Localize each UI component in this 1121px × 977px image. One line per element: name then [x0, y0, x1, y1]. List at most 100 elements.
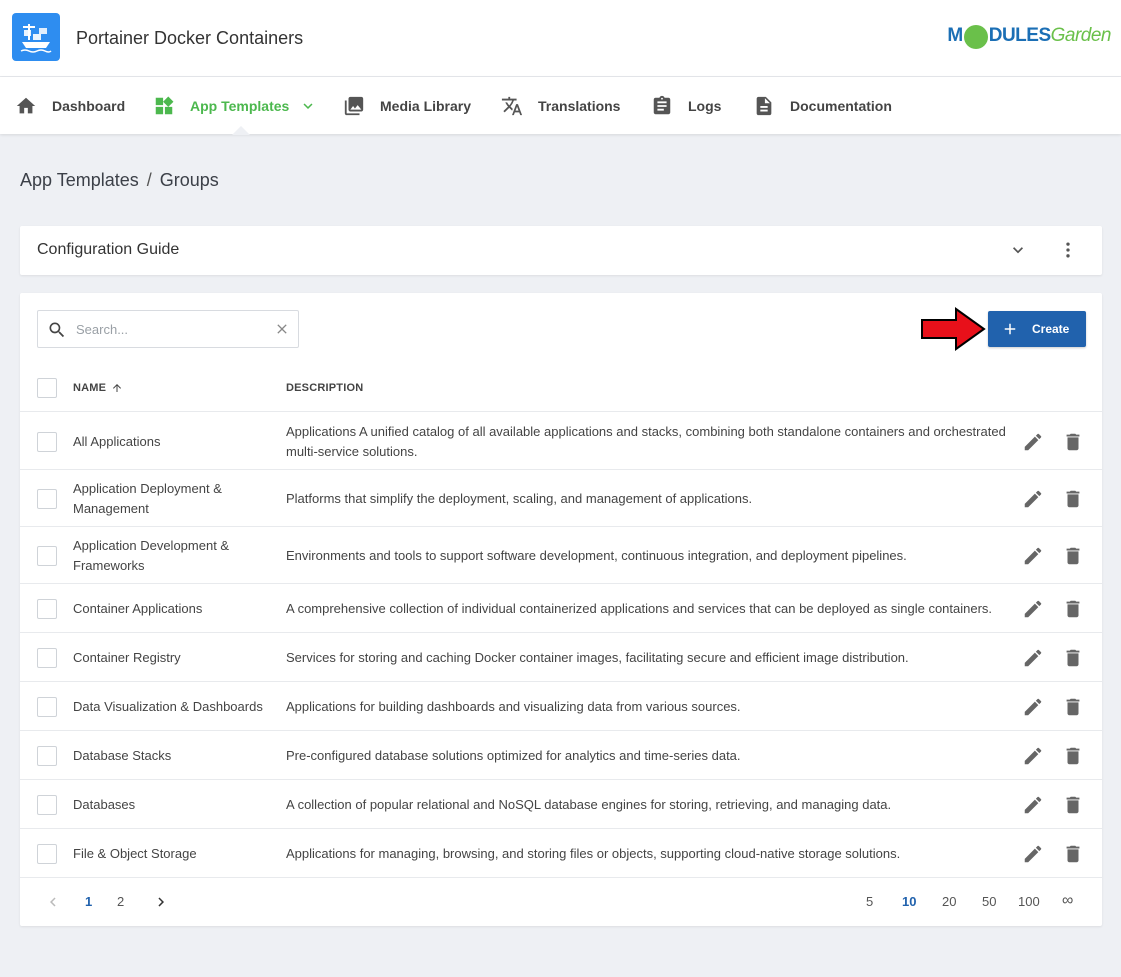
- red-arrow-annotation-icon: [921, 307, 986, 351]
- brand-word-garden: Garden: [1050, 25, 1112, 46]
- row-description: A collection of popular relational and N…: [286, 796, 892, 812]
- brand-letter: M: [947, 25, 963, 46]
- search-icon: [47, 320, 67, 340]
- nav-label: Logs: [688, 97, 722, 114]
- row-description: Applications for managing, browsing, and…: [286, 845, 901, 861]
- select-all-checkbox[interactable]: [37, 378, 57, 398]
- table-header: NAME DESCRIPTION: [20, 367, 1102, 412]
- app-title: Portainer Docker Containers: [76, 28, 304, 48]
- page-size-20[interactable]: 20: [942, 894, 956, 909]
- nav-label: Documentation: [790, 97, 892, 114]
- breadcrumb-parent[interactable]: App Templates: [20, 170, 139, 190]
- edit-icon[interactable]: [1022, 488, 1044, 510]
- row-name: Container Applications: [73, 600, 203, 616]
- nav-item-dashboard[interactable]: Dashboard: [14, 77, 125, 134]
- chevron-down-icon[interactable]: [1008, 240, 1028, 260]
- clipboard-icon: [650, 94, 674, 118]
- delete-icon[interactable]: [1062, 545, 1084, 567]
- page-size-5[interactable]: 5: [866, 894, 873, 909]
- plus-icon: [1001, 320, 1019, 338]
- create-button-label: Create: [1032, 322, 1070, 336]
- page-2[interactable]: 2: [117, 894, 124, 909]
- edit-icon[interactable]: [1022, 696, 1044, 718]
- delete-icon[interactable]: [1062, 488, 1084, 510]
- chevron-left-icon[interactable]: [44, 893, 62, 914]
- edit-icon[interactable]: [1022, 545, 1044, 567]
- nav-item-media-library[interactable]: Media Library: [342, 77, 471, 134]
- row-description: Applications A unified catalog of all av…: [286, 423, 1006, 459]
- row-description: Services for storing and caching Docker …: [286, 649, 909, 665]
- translate-icon: [500, 94, 524, 118]
- widgets-icon: [152, 94, 176, 118]
- row-name: File & Object Storage: [73, 845, 197, 861]
- nav-label: App Templates: [190, 97, 290, 114]
- row-name: Data Visualization & Dashboards: [73, 698, 263, 714]
- active-nav-caret: [232, 126, 250, 135]
- more-vert-icon[interactable]: [1058, 240, 1078, 260]
- create-button[interactable]: Create: [988, 311, 1086, 347]
- edit-icon[interactable]: [1022, 745, 1044, 767]
- table-row: Data Visualization & Dashboards Applicati…: [20, 682, 1102, 731]
- globe-icon: [963, 25, 988, 49]
- page-1[interactable]: 1: [85, 894, 92, 909]
- nav-label: Translations: [538, 97, 621, 114]
- row-name: All Applications: [73, 433, 161, 449]
- brand-word: DULES: [988, 25, 1051, 46]
- delete-icon[interactable]: [1062, 794, 1084, 816]
- edit-icon[interactable]: [1022, 647, 1044, 669]
- delete-icon[interactable]: [1062, 745, 1084, 767]
- search-box[interactable]: [37, 310, 299, 348]
- edit-icon[interactable]: [1022, 431, 1044, 453]
- groups-table-panel: Create NAME DESCRIPTION All Applications…: [20, 293, 1102, 926]
- nav-item-documentation[interactable]: Documentation: [752, 77, 892, 134]
- portainer-logo-icon: [12, 13, 60, 61]
- nav-item-translations[interactable]: Translations: [500, 77, 620, 134]
- delete-icon[interactable]: [1062, 647, 1084, 669]
- row-checkbox[interactable]: [37, 696, 57, 717]
- page-size-all[interactable]: ∞: [1062, 892, 1073, 910]
- table-row: Databases A collection of popular relatio…: [20, 780, 1102, 829]
- edit-icon[interactable]: [1022, 598, 1044, 620]
- row-checkbox[interactable]: [37, 843, 57, 864]
- chevron-right-icon[interactable]: [152, 893, 170, 914]
- row-name: Database Stacks: [73, 747, 172, 763]
- close-icon[interactable]: [274, 321, 290, 337]
- row-checkbox[interactable]: [37, 647, 57, 668]
- delete-icon[interactable]: [1062, 843, 1084, 865]
- search-input[interactable]: [76, 319, 266, 339]
- chevron-down-icon[interactable]: [299, 97, 317, 115]
- page-size-10[interactable]: 10: [902, 894, 916, 909]
- row-checkbox[interactable]: [37, 745, 57, 766]
- guide-title: Configuration Guide: [37, 241, 180, 258]
- nav-item-logs[interactable]: Logs: [650, 77, 721, 134]
- row-description: Environments and tools to support softwa…: [286, 547, 907, 563]
- row-checkbox[interactable]: [37, 431, 57, 452]
- delete-icon[interactable]: [1062, 431, 1084, 453]
- arrow-up-icon: [111, 382, 123, 394]
- edit-icon[interactable]: [1022, 794, 1044, 816]
- row-checkbox[interactable]: [37, 488, 57, 509]
- modulesgarden-logo: M DULES Garden: [947, 24, 1112, 49]
- row-description: Platforms that simplify the deployment, …: [286, 490, 753, 506]
- delete-icon[interactable]: [1062, 696, 1084, 718]
- page-size-50[interactable]: 50: [982, 894, 996, 909]
- row-checkbox[interactable]: [37, 794, 57, 815]
- row-description: Applications for building dashboards and…: [286, 698, 741, 714]
- row-description: Pre-configured database solutions optimi…: [286, 747, 741, 763]
- row-checkbox[interactable]: [37, 545, 57, 566]
- delete-icon[interactable]: [1062, 598, 1084, 620]
- row-description: A comprehensive collection of individual…: [286, 600, 993, 616]
- row-checkbox[interactable]: [37, 598, 57, 619]
- table-row: Application Development & Frameworks Envi…: [20, 527, 1102, 584]
- column-header-name[interactable]: NAME: [73, 382, 123, 394]
- main-nav: Dashboard App Templates Media Library Tr…: [0, 77, 1121, 135]
- configuration-guide-panel[interactable]: Configuration Guide: [20, 226, 1102, 275]
- row-name: Databases: [73, 796, 136, 812]
- breadcrumb: App Templates / Groups: [20, 170, 219, 191]
- edit-icon[interactable]: [1022, 843, 1044, 865]
- table-row: Container Registry Services for storing a…: [20, 633, 1102, 682]
- table-row: Container Applications A comprehensive co…: [20, 584, 1102, 633]
- column-label: NAME: [73, 382, 107, 394]
- breadcrumb-current: Groups: [159, 170, 219, 190]
- page-size-100[interactable]: 100: [1018, 894, 1040, 909]
